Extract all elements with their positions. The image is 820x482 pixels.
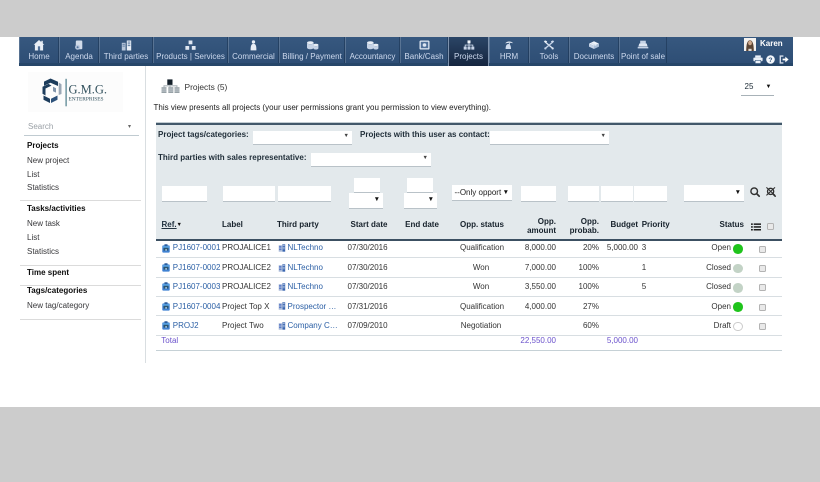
svg-text:?: ? bbox=[768, 56, 772, 63]
svg-text:ENTERPRISES: ENTERPRISES bbox=[68, 96, 103, 102]
svg-text:G.M.G.: G.M.G. bbox=[68, 82, 107, 96]
